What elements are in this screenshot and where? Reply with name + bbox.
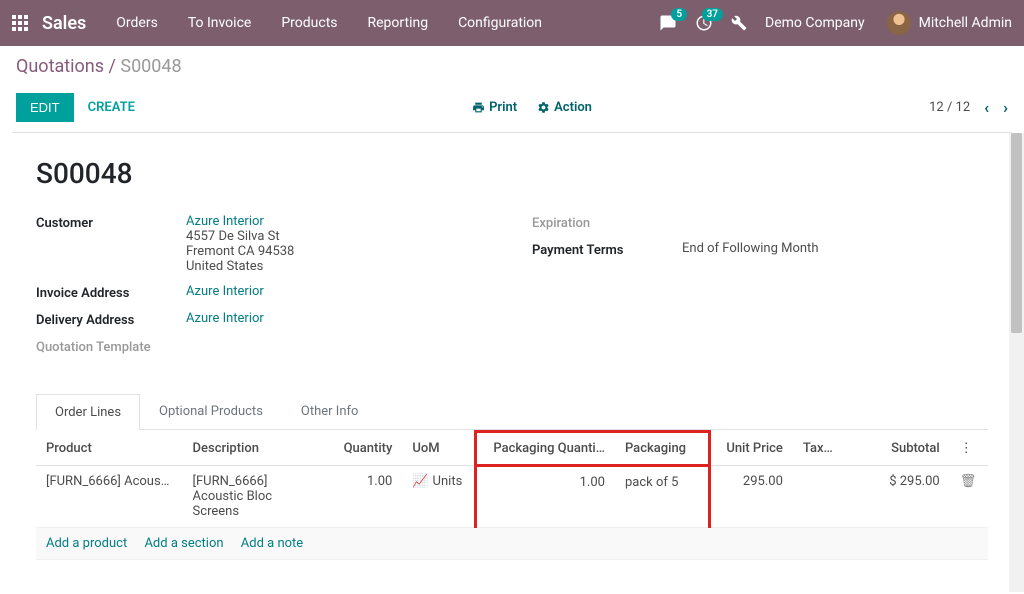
edit-button[interactable]: EDIT: [16, 93, 74, 122]
nav-orders[interactable]: Orders: [116, 15, 158, 31]
cell-tax: [793, 466, 845, 528]
pager-next[interactable]: ›: [1003, 98, 1008, 117]
app-brand[interactable]: Sales: [42, 13, 86, 34]
scrollbar-thumb[interactable]: [1011, 133, 1022, 333]
col-packaging-qty[interactable]: Packaging Quanti…: [476, 432, 615, 466]
order-lines-table: Product Description Quantity UoM Packagi…: [36, 430, 988, 560]
control-panel: Quotations / S00048 EDIT CREATE Print Ac…: [0, 46, 1024, 132]
customer-addr-3: United States: [186, 259, 294, 274]
breadcrumb-root[interactable]: Quotations: [16, 56, 104, 77]
breadcrumb-current: S00048: [120, 56, 181, 77]
scrollbar[interactable]: [1009, 133, 1024, 592]
cell-pkg-qty: 1.00: [476, 466, 615, 528]
company-selector[interactable]: Demo Company: [765, 15, 865, 31]
nav-products[interactable]: Products: [281, 15, 337, 31]
activity-badge: 37: [702, 8, 723, 21]
messages-badge: 5: [671, 8, 687, 21]
col-tax[interactable]: Tax…: [793, 432, 845, 466]
debug-icon[interactable]: [731, 15, 747, 31]
col-subtotal[interactable]: Subtotal: [845, 432, 950, 466]
cell-subtotal: $ 295.00: [845, 466, 950, 528]
nav-to-invoice[interactable]: To Invoice: [188, 15, 252, 31]
col-product[interactable]: Product: [36, 432, 183, 466]
apps-icon[interactable]: [12, 15, 28, 31]
cell-uom: 📈Units: [402, 466, 475, 528]
add-note-link[interactable]: Add a note: [241, 536, 303, 551]
table-row[interactable]: [FURN_6666] Acoust… [FURN_6666] Acoustic…: [36, 466, 988, 528]
cell-pkg: pack of 5: [615, 466, 709, 528]
user-name: Mitchell Admin: [919, 15, 1012, 31]
col-description[interactable]: Description: [183, 432, 330, 466]
payment-terms-value: End of Following Month: [682, 241, 818, 258]
print-button[interactable]: Print: [472, 100, 517, 115]
cell-product: [FURN_6666] Acoust…: [36, 466, 183, 528]
form-view: S00048 Customer Azure Interior 4557 De S…: [12, 132, 1012, 592]
pager-prev[interactable]: ‹: [984, 98, 989, 117]
delivery-address-link[interactable]: Azure Interior: [186, 311, 264, 328]
delete-row-icon[interactable]: 🗑: [950, 466, 988, 528]
col-quantity[interactable]: Quantity: [329, 432, 402, 466]
pager-text: 12 / 12: [929, 100, 970, 115]
pager: 12 / 12 ‹ ›: [929, 98, 1008, 117]
tab-optional-products[interactable]: Optional Products: [140, 393, 282, 429]
cell-description: [FURN_6666] Acoustic Bloc Screens: [183, 466, 330, 528]
invoice-address-link[interactable]: Azure Interior: [186, 284, 264, 301]
invoice-address-label: Invoice Address: [36, 284, 186, 301]
customer-label: Customer: [36, 214, 186, 274]
record-title: S00048: [36, 157, 988, 190]
customer-addr-2: Fremont CA 94538: [186, 244, 294, 259]
tab-order-lines[interactable]: Order Lines: [36, 394, 140, 430]
customer-link[interactable]: Azure Interior: [186, 214, 294, 229]
nav-reporting[interactable]: Reporting: [368, 15, 429, 31]
col-unit-price[interactable]: Unit Price: [709, 432, 793, 466]
tabs: Order Lines Optional Products Other Info: [36, 393, 988, 430]
add-section-link[interactable]: Add a section: [144, 536, 223, 551]
create-button[interactable]: CREATE: [88, 100, 135, 115]
messages-icon[interactable]: 5: [659, 14, 677, 32]
cell-unit-price: 295.00: [709, 466, 793, 528]
cell-quantity: 1.00: [329, 466, 402, 528]
nav-configuration[interactable]: Configuration: [458, 15, 542, 31]
tab-other-info[interactable]: Other Info: [282, 393, 378, 429]
user-menu[interactable]: Mitchell Admin: [887, 11, 1012, 35]
top-nav: Sales Orders To Invoice Products Reporti…: [0, 0, 1024, 46]
col-menu-icon[interactable]: ⋮: [950, 432, 988, 466]
quotation-template-label: Quotation Template: [36, 338, 186, 355]
activity-icon[interactable]: 37: [695, 14, 713, 32]
col-packaging[interactable]: Packaging: [615, 432, 709, 466]
add-product-link[interactable]: Add a product: [46, 536, 127, 551]
chart-icon[interactable]: 📈: [412, 474, 428, 489]
expiration-label: Expiration: [532, 214, 682, 231]
payment-terms-label: Payment Terms: [532, 241, 682, 258]
breadcrumb: Quotations / S00048: [16, 56, 1008, 77]
customer-addr-1: 4557 De Silva St: [186, 229, 294, 244]
avatar: [887, 11, 911, 35]
delivery-address-label: Delivery Address: [36, 311, 186, 328]
col-uom[interactable]: UoM: [402, 432, 475, 466]
action-button[interactable]: Action: [537, 100, 592, 115]
